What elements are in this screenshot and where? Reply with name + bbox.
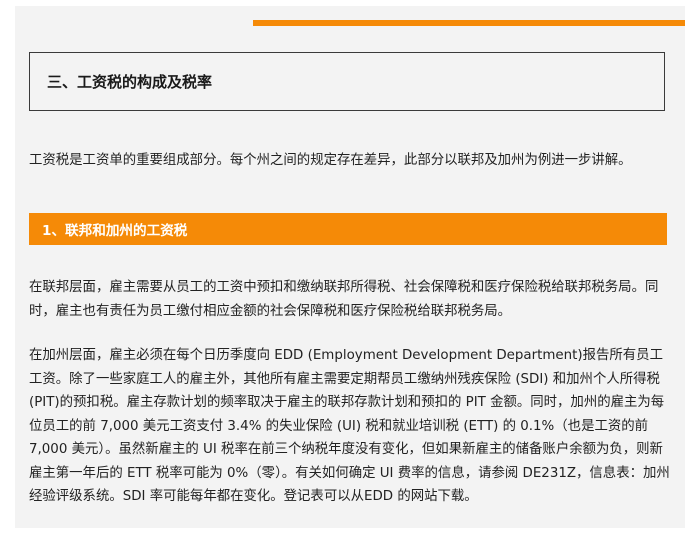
federal-paragraph: 在联邦层面，雇主需要从员工的工资中预扣和缴纳联邦所得税、社会保障税和医疗保险税给…	[29, 280, 659, 319]
subsection-banner: 1、联邦和加州的工资税	[29, 213, 667, 245]
section-title: 三、工资税的构成及税率	[47, 73, 213, 91]
intro-paragraph: 工资税是工资单的重要组成部分。每个州之间的规定存在差异，此部分以联邦及加州为例进…	[29, 153, 632, 168]
subsection-title: 1、联邦和加州的工资税	[42, 223, 188, 239]
section-heading-box: 三、工资税的构成及税率	[29, 52, 665, 111]
top-accent-rule	[253, 20, 685, 26]
california-paragraph: 在加州层面，雇主必须在每个日历季度向 EDD (Employment Devel…	[29, 348, 670, 504]
